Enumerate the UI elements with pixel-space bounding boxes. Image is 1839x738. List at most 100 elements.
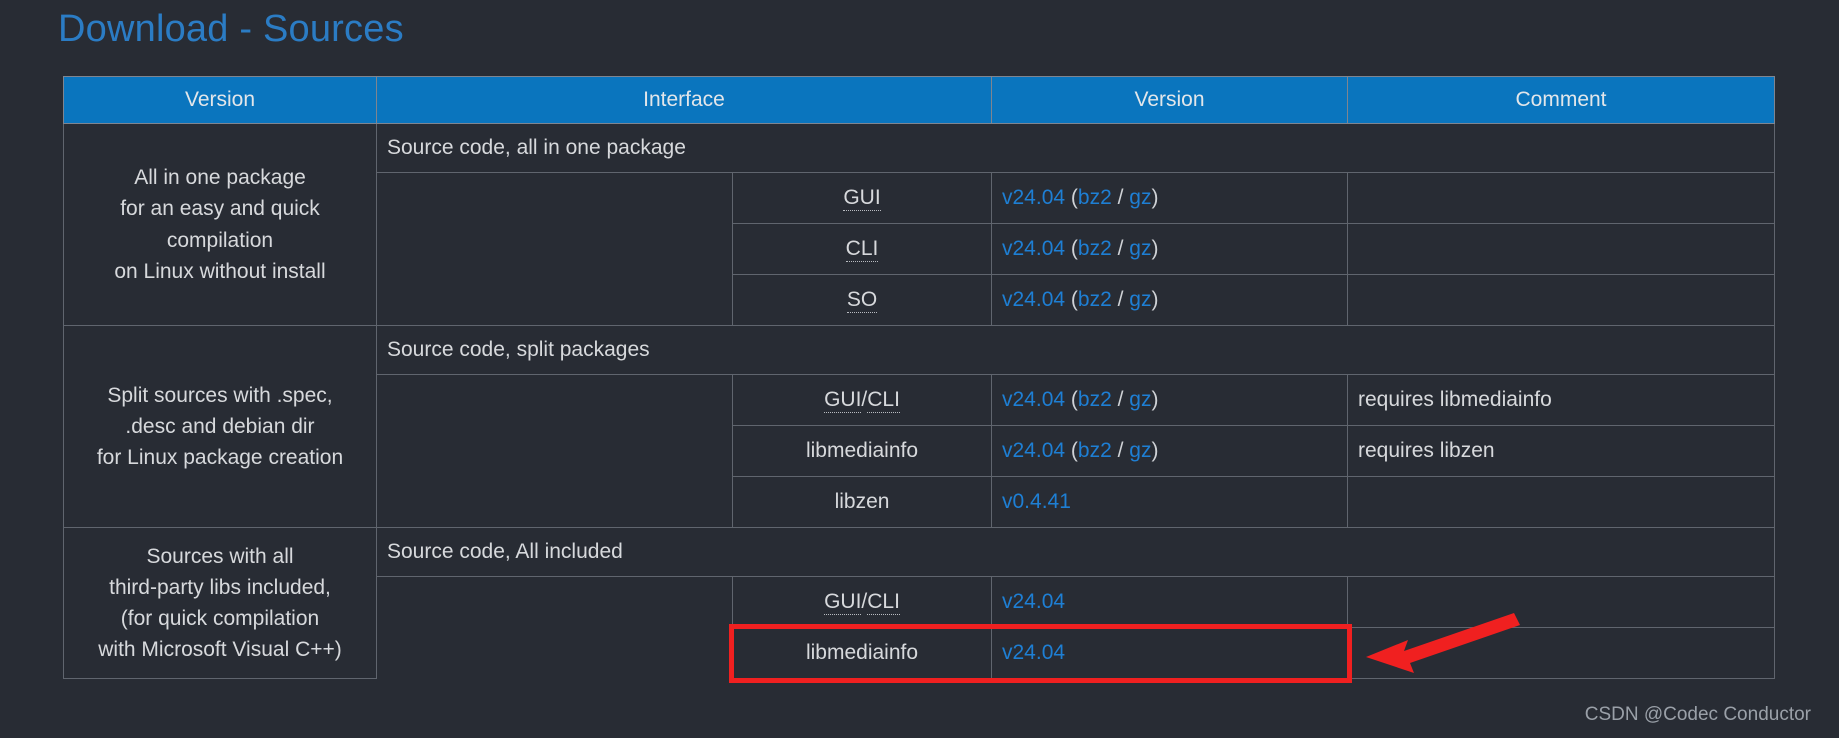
paren-open: ( (1065, 288, 1078, 311)
page-root: Download - Sources Version Interface Ver… (0, 0, 1839, 738)
interface-abbr: GUI (843, 186, 881, 211)
interface-abbr: GUI (824, 388, 862, 413)
page-title: Download - Sources (58, 8, 404, 50)
version-link[interactable]: v24.04 (1002, 641, 1065, 664)
comment-cell (1347, 627, 1775, 679)
paren-close: ) (1151, 288, 1159, 311)
format-link-gz[interactable]: gz (1129, 388, 1151, 411)
format-separator: / (1111, 186, 1130, 209)
section-title: Source code, all in one package (376, 123, 1775, 173)
format-link-gz[interactable]: gz (1129, 288, 1151, 311)
section-title: Source code, split packages (376, 325, 1775, 375)
spacer-cell (376, 223, 733, 275)
format-link-bz2[interactable]: bz2 (1078, 388, 1112, 411)
version-cell: v24.04 (bz2 / gz) (991, 425, 1348, 477)
spacer-cell (376, 172, 733, 224)
comment-cell (1347, 576, 1775, 628)
section-description: Sources with all third-party libs include… (63, 527, 377, 679)
version-cell: v0.4.41 (991, 476, 1348, 528)
format-separator: / (1111, 388, 1130, 411)
description-line: third-party libs included, (109, 575, 331, 599)
interface-abbr: CLI (867, 590, 900, 615)
spacer-cell (376, 274, 733, 326)
description-line: on Linux without install (114, 259, 326, 283)
format-link-bz2[interactable]: bz2 (1078, 439, 1112, 462)
version-cell: v24.04 (991, 627, 1348, 679)
interface-cell: CLI (732, 223, 992, 275)
comment-cell: requires libzen (1347, 425, 1775, 477)
paren-close: ) (1151, 388, 1159, 411)
version-link[interactable]: v24.04 (1002, 388, 1065, 411)
interface-abbr: CLI (845, 237, 879, 262)
version-cell: v24.04 (bz2 / gz) (991, 172, 1348, 224)
version-cell: v24.04 (bz2 / gz) (991, 223, 1348, 275)
comment-cell: requires libmediainfo (1347, 374, 1775, 426)
section-description: Split sources with .spec, .desc and debia… (63, 325, 377, 528)
paren-close: ) (1151, 439, 1159, 462)
description-line: for an easy and quick compilation (120, 197, 320, 252)
interface-cell: GUI/CLI (732, 576, 992, 628)
interface-cell: libmediainfo (732, 627, 992, 679)
version-link[interactable]: v24.04 (1002, 186, 1065, 209)
format-link-bz2[interactable]: bz2 (1078, 186, 1112, 209)
table-body: All in one package for an easy and quick … (63, 123, 1775, 679)
version-link[interactable]: v0.4.41 (1002, 490, 1071, 513)
description-line: Sources with all (146, 544, 294, 568)
format-link-gz[interactable]: gz (1129, 439, 1151, 462)
interface-abbr: CLI (867, 388, 900, 413)
spacer-cell (376, 576, 733, 628)
comment-cell (1347, 172, 1775, 224)
description-line: with Microsoft Visual C++) (98, 638, 342, 662)
interface-cell: libzen (732, 476, 992, 528)
version-link[interactable]: v24.04 (1002, 288, 1065, 311)
column-header-version-2: Version (991, 76, 1348, 124)
interface-abbr: GUI (824, 590, 862, 615)
download-sources-table-wrapper: Version Interface Version Comment All in… (63, 76, 1775, 679)
format-separator: / (1111, 237, 1130, 260)
interface-cell: GUI/CLI (732, 374, 992, 426)
interface-abbr: SO (846, 288, 878, 313)
format-link-gz[interactable]: gz (1129, 186, 1151, 209)
section-title-row: All in one package for an easy and quick … (63, 123, 1775, 326)
description-line: (for quick compilation (120, 607, 320, 630)
spacer-cell (376, 476, 733, 528)
spacer-cell (376, 374, 733, 426)
paren-open: ( (1065, 439, 1078, 462)
format-link-bz2[interactable]: bz2 (1078, 288, 1112, 311)
version-link[interactable]: v24.04 (1002, 237, 1065, 260)
format-separator: / (1111, 439, 1130, 462)
format-separator: / (1111, 288, 1130, 311)
section-title: Source code, All included (376, 527, 1775, 577)
format-link-gz[interactable]: gz (1129, 237, 1151, 260)
version-link[interactable]: v24.04 (1002, 590, 1065, 613)
section-title-row: Split sources with .spec, .desc and debia… (63, 325, 1775, 528)
interface-cell: SO (732, 274, 992, 326)
description-line: Split sources with .spec, (107, 383, 333, 407)
description-line: .desc and debian dir (125, 414, 315, 438)
interface-cell: libmediainfo (732, 425, 992, 477)
paren-close: ) (1151, 237, 1159, 260)
download-sources-table: Version Interface Version Comment All in… (63, 76, 1775, 679)
table-header-row: Version Interface Version Comment (63, 76, 1775, 124)
table-header: Version Interface Version Comment (63, 76, 1775, 124)
column-header-version: Version (63, 76, 377, 124)
column-header-comment: Comment (1347, 76, 1775, 124)
paren-open: ( (1065, 388, 1078, 411)
format-link-bz2[interactable]: bz2 (1078, 237, 1112, 260)
section-description: All in one package for an easy and quick … (63, 123, 377, 326)
comment-cell (1347, 476, 1775, 528)
spacer-cell (376, 425, 733, 477)
section-title-row: Sources with all third-party libs include… (63, 527, 1775, 679)
paren-close: ) (1151, 186, 1159, 209)
column-header-interface: Interface (376, 76, 992, 124)
spacer-cell (376, 627, 733, 679)
version-cell: v24.04 (bz2 / gz) (991, 274, 1348, 326)
paren-open: ( (1065, 237, 1078, 260)
version-link[interactable]: v24.04 (1002, 439, 1065, 462)
comment-cell (1347, 223, 1775, 275)
version-cell: v24.04 (991, 576, 1348, 628)
comment-cell (1347, 274, 1775, 326)
version-cell: v24.04 (bz2 / gz) (991, 374, 1348, 426)
watermark-text: CSDN @Codec Conductor (1584, 704, 1811, 725)
description-line: for Linux package creation (96, 446, 344, 470)
